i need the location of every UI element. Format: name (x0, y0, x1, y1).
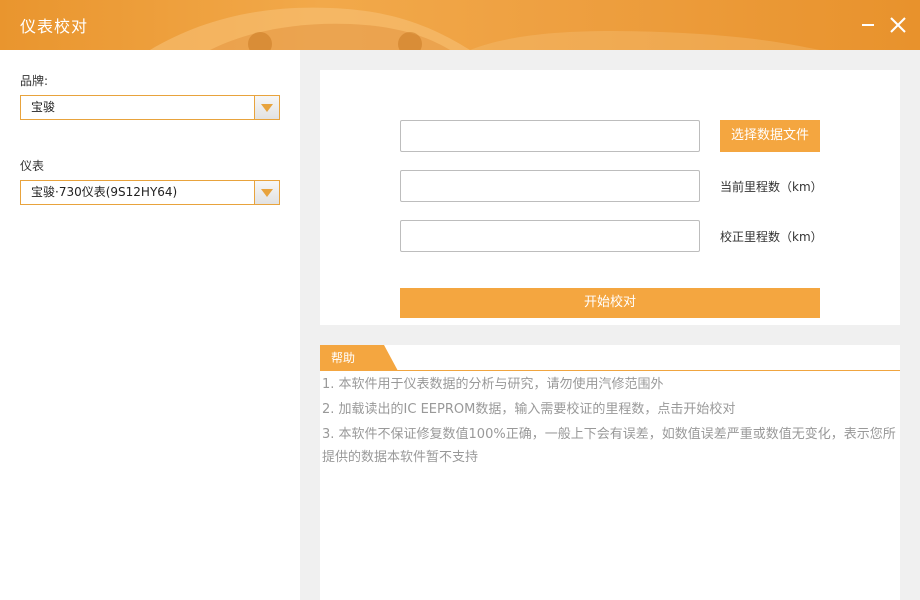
help-line: 2. 加载读出的IC EEPROM数据，输入需要校证的里程数，点击开始校对 (322, 402, 736, 417)
brand-select[interactable]: 宝骏 (20, 95, 280, 120)
title-bar: 仪表校对 (0, 0, 920, 50)
close-button[interactable] (886, 13, 910, 37)
triangle-down-icon (261, 103, 273, 112)
right-area: 选择数据文件 当前里程数（km） 校正里程数（km） 开始校对 帮助 1. 本软… (300, 50, 920, 600)
help-line: 1. 本软件用于仪表数据的分析与研究，请勿使用汽修范围外 (322, 377, 664, 392)
help-line: 3. 本软件不保证修复数值100%正确，一般上下会有误差，如数值误差严重或数值无… (322, 427, 896, 465)
meter-dropdown-button[interactable] (254, 181, 279, 204)
current-mileage-input[interactable] (400, 170, 700, 202)
close-icon (890, 17, 906, 33)
calibration-form: 选择数据文件 当前里程数（km） 校正里程数（km） 开始校对 (320, 70, 900, 325)
help-tab-row: 帮助 (320, 345, 900, 371)
triangle-down-icon (261, 188, 273, 197)
data-file-input[interactable] (400, 120, 700, 152)
help-text: 1. 本软件用于仪表数据的分析与研究，请勿使用汽修范围外 2. 加载读出的IC … (322, 374, 897, 472)
help-panel: 帮助 1. 本软件用于仪表数据的分析与研究，请勿使用汽修范围外 2. 加载读出的… (320, 345, 900, 600)
brand-dropdown-button[interactable] (254, 96, 279, 119)
minimize-icon (862, 24, 874, 26)
start-calibration-button[interactable]: 开始校对 (400, 288, 820, 318)
meter-select-value: 宝骏·730仪表(9S12HY64) (31, 185, 178, 199)
corrected-mileage-input[interactable] (400, 220, 700, 252)
choose-data-file-button[interactable]: 选择数据文件 (720, 120, 820, 152)
help-tab[interactable]: 帮助 (320, 345, 398, 371)
brand-select-value: 宝骏 (31, 100, 56, 114)
brand-label: 品牌: (20, 74, 49, 88)
meter-label: 仪表 (20, 159, 45, 173)
corrected-mileage-label: 校正里程数（km） (720, 230, 823, 244)
left-panel: 品牌: 宝骏 仪表 宝骏·730仪表(9S12HY64) (0, 50, 300, 600)
window-title: 仪表校对 (20, 17, 89, 36)
car-banner-decoration (150, 7, 820, 50)
meter-select[interactable]: 宝骏·730仪表(9S12HY64) (20, 180, 280, 205)
minimize-button[interactable] (856, 13, 880, 37)
current-mileage-label: 当前里程数（km） (720, 180, 823, 194)
